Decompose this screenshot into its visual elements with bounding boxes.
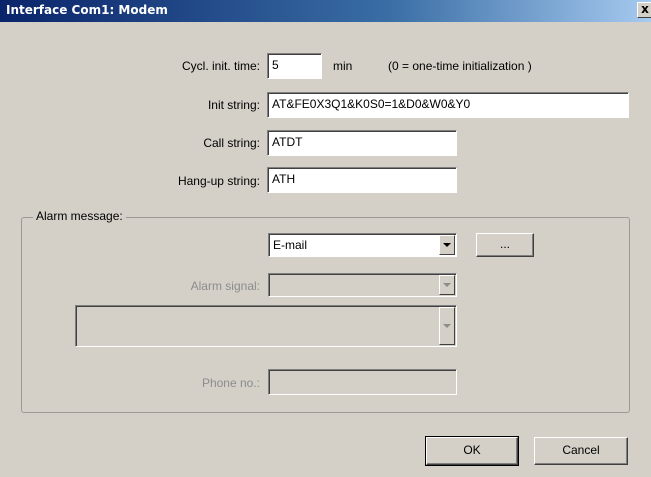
phone-number-input[interactable]: [268, 369, 457, 395]
cancel-button[interactable]: Cancel: [534, 437, 628, 465]
phone-number-label: Phone no.:: [201, 376, 260, 390]
init-string-value: AT&FE0X3Q1&K0S0=1&D0&W0&Y0: [272, 97, 471, 111]
cycl-init-time-value: 5: [272, 58, 279, 72]
alarm-type-select[interactable]: E-mail: [268, 233, 457, 257]
init-string-label: Init string:: [207, 98, 260, 112]
init-string-input[interactable]: AT&FE0X3Q1&K0S0=1&D0&W0&Y0: [267, 92, 629, 118]
chevron-down-icon[interactable]: [439, 235, 455, 255]
cycl-init-time-unit: min: [333, 59, 353, 73]
close-button[interactable]: x: [637, 2, 651, 18]
hangup-string-input[interactable]: ATH: [267, 167, 457, 193]
ok-button-label: OK: [463, 443, 481, 457]
hangup-string-label: Hang-up string:: [177, 174, 260, 188]
call-string-label: Call string:: [203, 136, 260, 150]
cancel-button-label: Cancel: [562, 443, 600, 457]
alarm-message-group-label: Alarm message:: [33, 209, 126, 223]
alarm-signal-label: Alarm signal:: [190, 279, 260, 293]
window-title: Interface Com1: Modem: [6, 3, 168, 17]
hangup-string-value: ATH: [272, 172, 296, 186]
modem-interface-dialog: Interface Com1: Modem x Cycl. init. time…: [0, 0, 651, 477]
title-bar[interactable]: Interface Com1: Modem x: [0, 0, 651, 22]
ellipsis-label: ...: [499, 237, 510, 251]
cycl-init-time-input[interactable]: 5: [267, 53, 322, 79]
call-string-value: ATDT: [272, 135, 303, 149]
alarm-recipient-select[interactable]: [75, 305, 457, 347]
alarm-settings-button[interactable]: ...: [476, 233, 534, 257]
cycl-init-time-hint: (0 = one-time initialization ): [388, 59, 532, 73]
alarm-type-selected-value: E-mail: [273, 238, 308, 252]
call-string-input[interactable]: ATDT: [267, 130, 457, 156]
ok-button[interactable]: OK: [425, 436, 519, 466]
chevron-down-icon[interactable]: [439, 275, 455, 295]
cycl-init-time-label: Cycl. init. time:: [181, 59, 260, 73]
close-icon: x: [641, 2, 649, 16]
chevron-down-icon[interactable]: [439, 307, 455, 345]
alarm-signal-select[interactable]: [268, 273, 457, 297]
